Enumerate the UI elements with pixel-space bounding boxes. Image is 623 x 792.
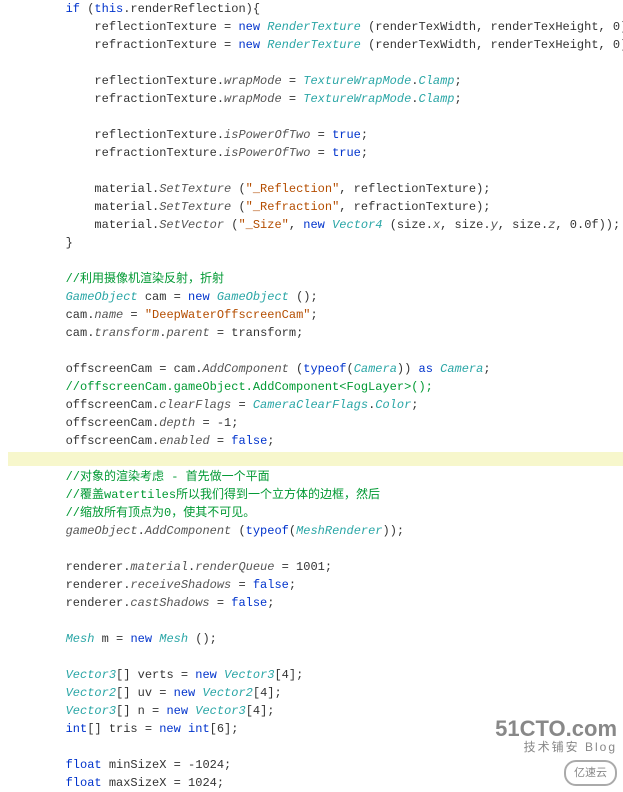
- code-block: if (this.renderReflection){ reflectionTe…: [0, 0, 623, 792]
